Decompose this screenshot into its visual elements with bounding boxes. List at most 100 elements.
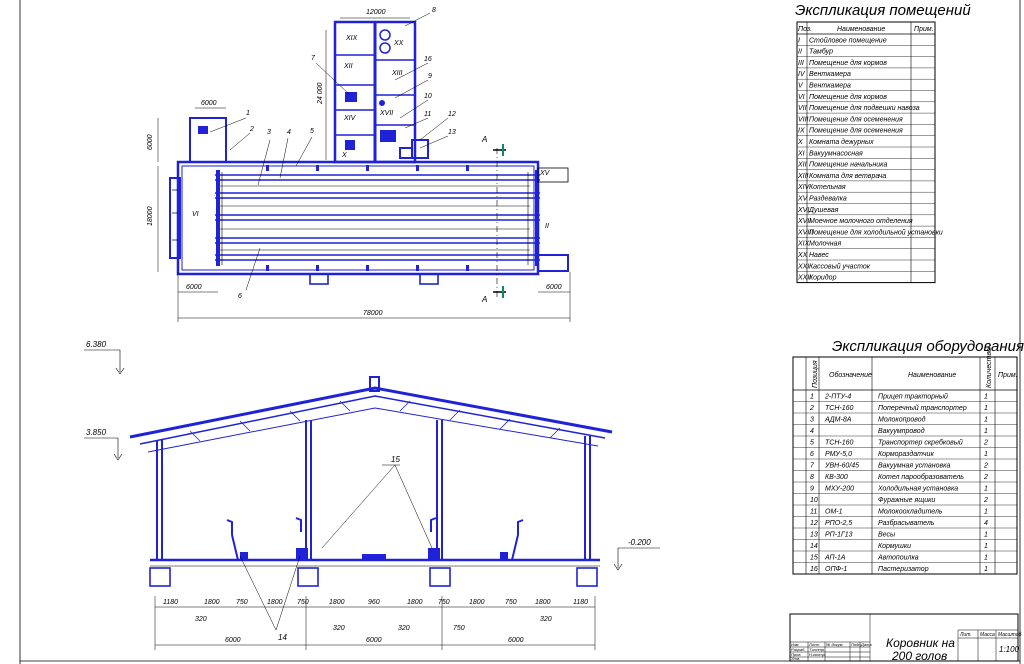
rooms-row-name: Навес <box>809 252 829 259</box>
stamp-title-2: 200 голов <box>891 649 947 663</box>
callout-4: 4 <box>287 129 291 136</box>
equipment-row-name: Вакуумпровод <box>878 427 925 435</box>
svg-text:6000: 6000 <box>508 637 524 644</box>
unit-7 <box>345 92 357 102</box>
rooms-row-name: Кассовый участок <box>809 262 871 270</box>
equipment-row-name: Фуражные ящики <box>878 497 935 504</box>
dim-left-main: 18000 <box>147 206 154 226</box>
equipment-row-pos: 9 <box>810 486 814 493</box>
svg-text:Дата: Дата <box>860 642 872 647</box>
equipment-row-pos: 3 <box>810 417 814 424</box>
equipment-row-qty: 1 <box>984 555 988 562</box>
elev-mid: 3.850 <box>86 428 107 437</box>
vacuum-unit <box>379 100 385 106</box>
callout-11: 11 <box>424 111 431 118</box>
equipment-row-qty: 1 <box>984 509 988 516</box>
dim-top: 12000 <box>366 9 386 16</box>
svg-text:XVII: XVII <box>379 110 393 117</box>
rooms-row-name: Помещение для кормов <box>809 93 887 101</box>
equipment-row-code: РМУ-5,0 <box>825 451 852 458</box>
equipment-row-pos: 10 <box>810 497 818 504</box>
equipment-header-note: Прим. <box>998 372 1018 379</box>
callout-13: 13 <box>448 129 456 136</box>
rooms-row-pos: VI <box>798 94 805 101</box>
rooms-row-name: Тамбур <box>809 48 833 56</box>
svg-text:1180: 1180 <box>163 599 178 606</box>
rooms-row-pos: XI <box>797 150 805 157</box>
callout-8: 8 <box>432 7 436 14</box>
equipment-header-position: Позиция <box>812 360 819 388</box>
svg-text:1800: 1800 <box>407 599 423 606</box>
stamp-title-1: Коровник на <box>886 636 955 650</box>
svg-text:1800: 1800 <box>535 599 551 606</box>
rooms-row-name: Котельная <box>809 184 846 191</box>
svg-text:750: 750 <box>453 625 465 632</box>
rooms-row-name: Раздевалка <box>809 195 847 203</box>
equipment-row-code: АДМ-8А <box>824 417 852 424</box>
rooms-row-name: Комната дежурных <box>809 138 874 146</box>
svg-text:6000: 6000 <box>225 637 241 644</box>
rooms-row-name: Помещение для подвешки навоза <box>809 104 920 112</box>
svg-text:750: 750 <box>438 599 450 606</box>
callout-5: 5 <box>310 128 314 135</box>
equipment-row-name: Прицеп тракторный <box>878 393 948 401</box>
rooms-row-pos: VIII <box>798 116 809 123</box>
equipment-row-qty: 1 <box>984 451 988 458</box>
rooms-row-pos: XX <box>797 252 808 259</box>
equipment-row-code: КВ-300 <box>825 474 848 481</box>
rooms-row-name: Венткамера <box>809 83 851 90</box>
equipment-row-name: Молокоохладитель <box>878 508 943 516</box>
svg-text:320: 320 <box>398 625 410 632</box>
equipment-row-code: ТСН-160 <box>825 405 854 412</box>
equipment-row-qty: 1 <box>984 532 988 539</box>
svg-text:XV: XV <box>539 170 551 177</box>
equipment-row-pos: 1 <box>810 394 814 401</box>
equipment-row-code: РП-1Г13 <box>825 532 853 539</box>
equipment-row-code: АП-1А <box>824 555 846 562</box>
rooms-row-name: Вакуумнасосная <box>809 150 863 157</box>
section-callout-14-label: 14 <box>278 633 287 642</box>
svg-text:№ докум.: № докум. <box>826 642 844 647</box>
equipment-row-qty: 1 <box>984 428 988 435</box>
rooms-row-name: Душевая <box>808 207 839 214</box>
elev-top: 6.380 <box>86 340 107 349</box>
equipment-row-name: Транспортер скребковый <box>878 439 963 447</box>
svg-text:1800: 1800 <box>469 599 485 606</box>
equipment-row-pos: 4 <box>810 428 814 435</box>
technical-drawing: A A 12000 6000 6000 18000 24 000 6000 60… <box>0 0 1024 664</box>
section-mark-bottom: A <box>481 295 487 304</box>
equipment-row-pos: 11 <box>810 509 817 516</box>
equipment-row-qty: 2 <box>983 497 988 504</box>
svg-text:XIII: XIII <box>391 70 403 77</box>
unit-room <box>345 140 355 150</box>
equipment-row-code: УВН-60/45 <box>824 463 859 470</box>
rooms-row-name: Помещение для холодильной установки <box>809 228 943 236</box>
equipment-row-qty: 2 <box>983 474 988 481</box>
rooms-row-pos: XVI <box>797 207 809 214</box>
equipment-row-code: ТСН-160 <box>825 440 854 447</box>
callout-10: 10 <box>424 93 432 100</box>
svg-text:X: X <box>341 152 347 159</box>
rooms-row-pos: II <box>798 49 802 56</box>
rooms-row-pos: XXI <box>797 263 809 270</box>
stamp-col-mass: Масса <box>980 632 995 638</box>
rooms-row-pos: VII <box>798 105 807 112</box>
callout-16: 16 <box>424 56 432 63</box>
equipment-header-code: Обозначение <box>829 371 872 379</box>
svg-text:960: 960 <box>368 599 380 606</box>
equipment-row-code: 2-ПТУ-4 <box>824 394 851 401</box>
rooms-row-name: Коридор <box>809 274 837 282</box>
svg-text:XIV: XIV <box>343 115 357 122</box>
equipment-row-qty: 1 <box>984 405 988 412</box>
rooms-row-pos: X <box>797 139 803 146</box>
rooms-row-pos: III <box>798 60 804 67</box>
stamp-scale: 1:100 <box>999 645 1020 654</box>
elev-ground: -0.200 <box>628 538 651 547</box>
callout-12: 12 <box>448 111 456 118</box>
equipment-row-qty: 1 <box>984 566 988 573</box>
rooms-row-name: Стойловое помещение <box>809 36 887 44</box>
svg-text:II: II <box>545 223 549 230</box>
rooms-header-2: Прим. <box>914 26 934 33</box>
rooms-row-name: Помещение для осеменения <box>809 127 903 135</box>
dim-bottom-right: 6000 <box>546 284 562 291</box>
